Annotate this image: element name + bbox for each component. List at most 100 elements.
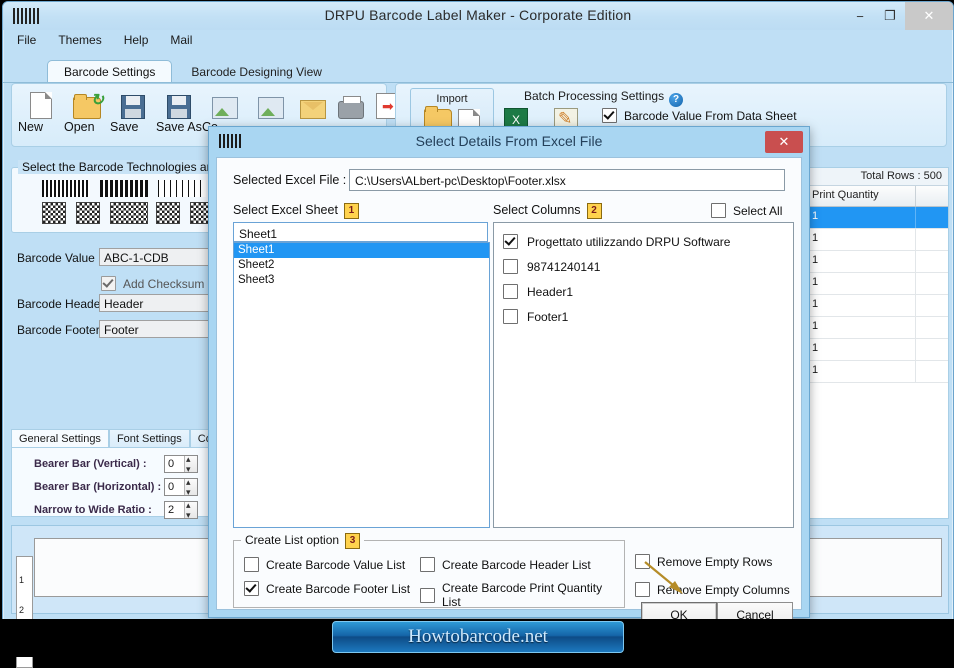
tab-barcode-designing-view[interactable]: Barcode Designing View — [174, 60, 339, 83]
add-checksum-label: Add Checksum — [123, 276, 205, 291]
option-label: Create Barcode Print Quantity List — [442, 581, 603, 609]
create-barcode-print-quantity-list-option[interactable]: Create Barcode Print Quantity List — [420, 581, 624, 609]
bearer-bar-vertical-value: 0 — [168, 458, 175, 470]
columns-listbox[interactable]: Progettato utilizzando DRPU Software 987… — [493, 222, 794, 528]
barcode-2d-1-icon[interactable] — [42, 202, 66, 224]
barcode-footer-label: Barcode Footer : — [17, 323, 107, 337]
checkbox-icon[interactable] — [635, 582, 650, 597]
select-columns-text: Select Columns — [493, 203, 581, 217]
bearer-bar-horizontal-value: 0 — [168, 481, 175, 493]
stepper-arrows-icon[interactable] — [184, 497, 197, 523]
list-item[interactable]: Sheet1 — [234, 243, 489, 258]
checkbox-icon[interactable] — [503, 284, 518, 299]
barcode-2d-4-icon[interactable] — [156, 202, 180, 224]
window-title: DRPU Barcode Label Maker - Corporate Edi… — [324, 7, 632, 23]
narrow-to-wide-ratio-label: Narrow to Wide Ratio : — [34, 504, 152, 516]
checkbox-icon[interactable] — [420, 557, 435, 572]
select-excel-sheet-text: Select Excel Sheet — [233, 203, 338, 217]
subtab-general-settings[interactable]: General Settings — [11, 429, 109, 448]
new-button-label: New — [18, 120, 44, 134]
list-item[interactable]: Sheet3 — [234, 273, 489, 288]
save-button[interactable]: Save — [110, 89, 156, 134]
create-barcode-header-list-option[interactable]: Create Barcode Header List — [420, 557, 591, 572]
barcode-type-3-icon[interactable] — [158, 180, 206, 197]
step-badge-2: 2 — [586, 203, 602, 219]
close-button[interactable]: ✕ — [905, 2, 953, 30]
column-option-0[interactable]: Progettato utilizzando DRPU Software — [494, 229, 793, 254]
add-checksum-option[interactable]: Add Checksum — [101, 276, 204, 291]
minimize-button[interactable]: − — [845, 2, 875, 30]
checkbox-icon[interactable] — [602, 108, 617, 123]
tab-strip: Barcode Settings Barcode Designing View — [3, 59, 953, 83]
stepper-arrows-icon[interactable] — [184, 451, 197, 477]
stepper-arrows-icon[interactable] — [184, 474, 197, 500]
menu-item-mail[interactable]: Mail — [170, 33, 192, 55]
selected-excel-file-input[interactable]: C:\Users\ALbert-pc\Desktop\Footer.xlsx — [349, 169, 785, 191]
narrow-to-wide-ratio-value: 2 — [168, 504, 175, 516]
remove-empty-rows-option[interactable]: Remove Empty Rows — [635, 554, 772, 569]
select-columns-label: Select Columns 2 — [493, 203, 602, 219]
checkbox-icon[interactable] — [244, 581, 259, 596]
barcode-type-2-icon[interactable] — [100, 180, 148, 197]
checkbox-icon[interactable] — [503, 234, 518, 249]
create-list-option-legend: Create List option 3 — [241, 533, 365, 549]
restore-button[interactable]: ❐ — [875, 2, 905, 30]
bearer-bar-vertical-stepper[interactable]: 0 — [164, 451, 198, 477]
option-barcode-value-from-data-sheet[interactable]: Barcode Value From Data Sheet — [602, 108, 797, 123]
barcode-2d-2-icon[interactable] — [76, 202, 100, 224]
cell-qty: 1 — [806, 229, 916, 250]
save-as-button[interactable]: Save As — [156, 89, 202, 134]
select-details-dialog: Select Details From Excel File ✕ Selecte… — [208, 126, 810, 628]
checkbox-icon[interactable] — [711, 203, 726, 218]
checkbox-icon[interactable] — [503, 259, 518, 274]
bearer-bar-horizontal-stepper[interactable]: 0 — [164, 474, 198, 500]
open-button[interactable]: ↻ Open — [64, 89, 110, 134]
tab-barcode-settings[interactable]: Barcode Settings — [47, 60, 173, 83]
sheet-combo-input[interactable]: Sheet1 — [233, 222, 488, 242]
column-option-1[interactable]: 98741240141 — [494, 254, 793, 279]
create-list-option-group: Create List option 3 Create Barcode Value… — [233, 533, 625, 609]
checkbox-icon[interactable] — [420, 587, 435, 603]
create-barcode-value-list-option[interactable]: Create Barcode Value List — [244, 557, 405, 572]
checkbox-icon[interactable] — [101, 276, 116, 291]
barcode-type-1-icon[interactable] — [42, 180, 90, 197]
column-option-label: 98741240141 — [527, 259, 601, 274]
barcode-header-label: Barcode Header : — [17, 297, 112, 311]
create-list-option-text: Create List option — [245, 533, 340, 547]
grid-col-print-quantity[interactable]: Print Quantity — [806, 186, 916, 206]
cell-qty: 1 — [806, 339, 916, 360]
checkbox-icon[interactable] — [244, 557, 259, 572]
help-question-icon[interactable]: ? — [669, 93, 684, 107]
narrow-to-wide-ratio-stepper[interactable]: 2 — [164, 497, 198, 523]
select-all-label: Select All — [733, 203, 783, 218]
footer-bar: Howtobarcode.net — [0, 619, 954, 657]
image-export-button[interactable] — [248, 89, 294, 119]
column-option-3[interactable]: Footer1 — [494, 304, 793, 329]
select-all-option[interactable]: Select All — [711, 203, 782, 218]
remove-empty-columns-option[interactable]: Remove Empty Columns — [635, 582, 790, 597]
checkbox-icon[interactable] — [635, 554, 650, 569]
option-label: Create Barcode Footer List — [266, 581, 411, 596]
open-button-label: Open — [64, 120, 95, 134]
barcode-2d-3-icon[interactable] — [110, 202, 148, 224]
bearer-bar-horizontal-label: Bearer Bar (Horizontal) : — [34, 481, 162, 493]
copy-button[interactable]: Co — [202, 89, 248, 134]
ruler-mark: 2 — [19, 605, 25, 615]
dialog-close-button[interactable]: ✕ — [765, 131, 803, 153]
sheet-listbox[interactable]: Sheet1 Sheet2 Sheet3 — [233, 242, 490, 528]
checkbox-icon[interactable] — [503, 309, 518, 324]
menu-item-help[interactable]: Help — [124, 33, 149, 55]
cell-qty: 1 — [806, 361, 916, 382]
list-item[interactable]: Sheet2 — [234, 258, 489, 273]
create-barcode-footer-list-option[interactable]: Create Barcode Footer List — [244, 581, 410, 596]
menu-item-themes[interactable]: Themes — [58, 33, 101, 55]
menu-item-file[interactable]: File — [17, 33, 36, 55]
open-folder-icon: ↻ — [64, 89, 110, 119]
cell-qty: 1 — [806, 295, 916, 316]
select-excel-sheet-label: Select Excel Sheet 1 — [233, 203, 359, 219]
option-label: Remove Empty Columns — [657, 582, 790, 597]
new-button[interactable]: New — [18, 89, 64, 134]
cell-qty: 1 — [806, 251, 916, 272]
column-option-2[interactable]: Header1 — [494, 279, 793, 304]
subtab-font-settings[interactable]: Font Settings — [108, 429, 190, 448]
